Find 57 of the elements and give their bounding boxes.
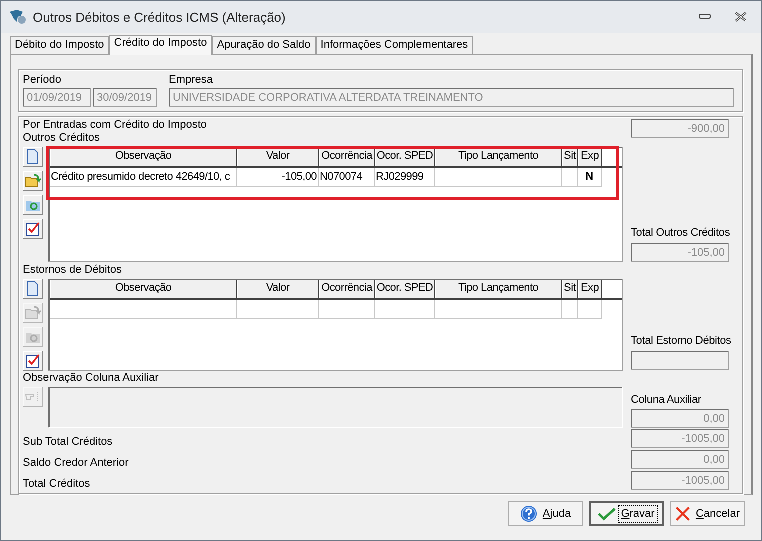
table-cell: -105,00 — [237, 168, 319, 187]
memo-field[interactable] — [48, 387, 623, 428]
checklist-icon[interactable] — [23, 351, 43, 371]
checkmark-icon — [598, 506, 616, 520]
table-cell — [562, 168, 578, 187]
column-header[interactable]: Sit — [562, 280, 578, 298]
grid-label: Estornos de Débitos — [23, 264, 124, 277]
help-button[interactable]: Ajuda — [508, 501, 583, 526]
column-header[interactable]: Exp — [578, 280, 602, 298]
column-header[interactable]: Valor — [237, 148, 319, 166]
document-icon[interactable] — [23, 147, 43, 167]
total-label: Saldo Credor Anterior — [23, 457, 129, 470]
column-header[interactable]: Observação — [50, 280, 237, 298]
table-cell: RJ029999 — [375, 168, 435, 187]
save-button[interactable]: Gravar — [589, 501, 664, 526]
total-label: Total Outros Créditos — [631, 227, 732, 240]
table-cell — [319, 300, 375, 319]
auxiliary-column-label: Coluna Auxiliar — [631, 394, 702, 407]
column-header[interactable]: Observação — [50, 148, 237, 166]
column-header[interactable]: Tipo Lançamento — [435, 280, 562, 298]
column-header[interactable]: Exp — [578, 148, 602, 166]
total-field[interactable] — [631, 351, 729, 370]
total-label: Total Créditos — [23, 478, 90, 491]
column-header[interactable]: Ocor. SPED — [375, 148, 435, 166]
section-heading: Por Entradas com Crédito do Imposto — [23, 119, 208, 132]
total-label: Total Estorno Débitos — [631, 335, 732, 348]
table-cell — [375, 300, 435, 319]
total-label: Sub Total Créditos — [23, 436, 113, 449]
document-icon[interactable] — [23, 279, 43, 299]
column-header[interactable]: Ocorrência — [319, 148, 375, 166]
folder-refresh-icon[interactable] — [23, 195, 43, 215]
tab[interactable]: Informações Complementares — [316, 36, 474, 54]
table-cell: N — [578, 168, 602, 187]
grid-label: Outros Créditos — [23, 132, 102, 145]
tab[interactable]: Apuração do Saldo — [212, 36, 316, 54]
period-label: Período — [23, 74, 63, 87]
column-header[interactable]: Tipo Lançamento — [435, 148, 562, 166]
table-cell — [562, 300, 578, 319]
window-title: Outros Débitos e Créditos ICMS (Alteração) — [33, 10, 286, 24]
table-cell: N070074 — [319, 168, 375, 187]
column-header[interactable]: Ocor. SPED — [375, 280, 435, 298]
checklist-icon[interactable] — [23, 219, 43, 239]
tab[interactable]: Crédito do Imposto — [109, 35, 212, 55]
tab[interactable]: Débito do Imposto — [10, 36, 110, 54]
column-header[interactable]: Sit — [562, 148, 578, 166]
memo-label: Observação Coluna Auxiliar — [23, 372, 160, 385]
table-cell: Crédito presumido decreto 42649/10, c — [50, 168, 237, 187]
cancel-button[interactable]: Cancelar — [670, 501, 745, 526]
minimize-icon[interactable] — [699, 14, 711, 20]
company-label: Empresa — [169, 74, 214, 87]
close-icon — [675, 504, 691, 522]
app-icon — [9, 9, 27, 25]
close-icon[interactable] — [735, 12, 747, 22]
column-header[interactable]: Valor — [237, 280, 319, 298]
table-cell — [578, 300, 602, 319]
column-header[interactable]: Ocorrência — [319, 280, 375, 298]
help-icon — [520, 504, 538, 522]
